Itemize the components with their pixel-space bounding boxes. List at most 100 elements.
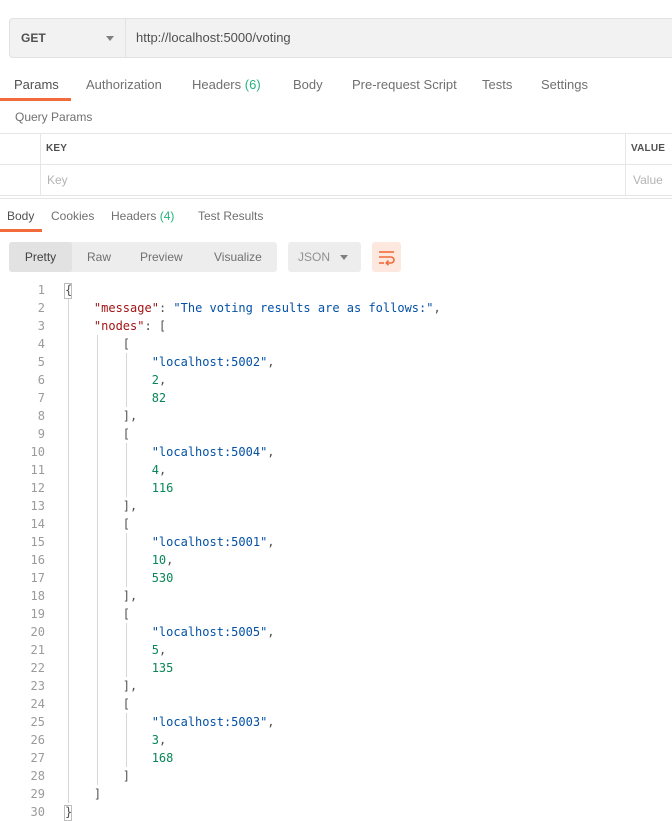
tab-label: Body xyxy=(293,77,323,92)
json-number: 10 xyxy=(151,553,167,567)
tab-pre-request-script[interactable]: Pre-request Script xyxy=(352,77,457,92)
code-line: [ xyxy=(65,517,131,531)
line-number: 16 xyxy=(30,553,45,567)
line-number: 22 xyxy=(30,661,45,675)
line-number: 2 xyxy=(37,301,45,315)
tab-label: Headers xyxy=(111,209,157,223)
visualize-button[interactable]: Visualize xyxy=(214,242,262,272)
code-line: "nodes": [ xyxy=(93,319,167,333)
json-key: "nodes" xyxy=(93,319,145,333)
tab-count: (6) xyxy=(244,77,261,92)
line-number: 11 xyxy=(30,463,45,477)
code-line: 10, xyxy=(151,553,174,567)
json-number: 2 xyxy=(151,373,159,387)
code-line: { xyxy=(65,283,73,297)
json-number: 135 xyxy=(151,661,174,675)
line-number: 1 xyxy=(37,283,45,297)
tab-authorization[interactable]: Authorization xyxy=(86,77,162,92)
response-tab-cookies[interactable]: Cookies xyxy=(51,209,94,223)
line-number: 8 xyxy=(37,409,45,423)
key-input[interactable]: Key xyxy=(47,173,68,187)
response-body-editor[interactable]: 1 2 3 4 5 6 7 8 9 10 11 12 13 14 15 16 1… xyxy=(0,281,672,821)
code-line: [ xyxy=(65,697,131,711)
preview-button[interactable]: Preview xyxy=(140,242,183,272)
code-line: [ xyxy=(65,607,131,621)
line-number: 30 xyxy=(30,805,45,819)
code-line: 82 xyxy=(65,389,166,407)
pretty-button[interactable]: Pretty xyxy=(9,242,72,272)
tab-label: Headers xyxy=(192,77,242,92)
raw-button[interactable]: Raw xyxy=(87,242,111,272)
line-number: 20 xyxy=(30,625,45,639)
json-number: 530 xyxy=(151,571,174,585)
chevron-down-icon xyxy=(106,36,114,41)
language-select[interactable]: JSON xyxy=(288,242,361,272)
line-number: 25 xyxy=(30,715,45,729)
json-number: 5 xyxy=(151,643,159,657)
active-tab-indicator xyxy=(0,229,42,232)
line-number: 12 xyxy=(30,481,45,495)
value-column-header: VALUE xyxy=(631,143,666,154)
wrap-lines-button[interactable] xyxy=(372,242,401,272)
json-string: "The voting results are as follows:" xyxy=(173,301,434,315)
language-label: JSON xyxy=(298,250,331,264)
tab-count: (4) xyxy=(159,209,175,223)
json-number: 3 xyxy=(151,733,159,747)
value-input[interactable]: Value xyxy=(633,173,663,187)
code-line: 5, xyxy=(151,643,167,657)
response-tab-body[interactable]: Body xyxy=(7,209,34,223)
line-number: 13 xyxy=(30,499,45,513)
line-number: 10 xyxy=(30,445,45,459)
tab-label: Params xyxy=(14,77,59,92)
code-line: } xyxy=(65,805,73,819)
response-tab-test-results[interactable]: Test Results xyxy=(198,209,263,223)
tab-tests[interactable]: Tests xyxy=(482,77,512,92)
line-number: 29 xyxy=(30,787,45,801)
tab-settings[interactable]: Settings xyxy=(541,77,588,92)
method-select[interactable]: GET xyxy=(10,19,126,57)
line-number: 4 xyxy=(37,337,45,351)
request-bar: GET http://localhost:5000/voting xyxy=(9,18,672,58)
json-string: "localhost:5003" xyxy=(151,715,268,729)
request-tabs: Params Authorization Headers (6) Body Pr… xyxy=(0,66,672,102)
line-number: 15 xyxy=(30,535,45,549)
tab-body[interactable]: Body xyxy=(293,77,323,92)
table-divider xyxy=(40,134,41,195)
tab-label: Tests xyxy=(482,77,513,92)
json-key: "message" xyxy=(93,301,159,315)
line-number: 27 xyxy=(30,751,45,765)
query-params-table: KEY VALUE Key Value xyxy=(0,133,672,196)
url-input[interactable]: http://localhost:5000/voting xyxy=(136,30,291,45)
code-line: [ xyxy=(65,427,131,441)
tab-label: Authorization xyxy=(86,77,162,92)
code-line: 168 xyxy=(65,749,174,767)
code-line: "message": "The voting results are as fo… xyxy=(93,301,441,315)
line-number: 21 xyxy=(30,643,45,657)
tab-label: Cookies xyxy=(51,209,95,223)
response-tab-headers[interactable]: Headers (4) xyxy=(111,209,174,223)
tab-label: Pre-request Script xyxy=(352,77,457,92)
tab-params[interactable]: Params xyxy=(14,77,59,92)
tab-headers[interactable]: Headers (6) xyxy=(192,77,261,92)
table-divider xyxy=(625,134,626,195)
code-line: 3, xyxy=(151,733,167,747)
line-number: 5 xyxy=(37,355,45,369)
json-string: "localhost:5005" xyxy=(151,625,268,639)
code-line: "localhost:5002", xyxy=(151,355,275,369)
code-line: ], xyxy=(65,589,138,603)
json-number: 4 xyxy=(151,463,159,477)
code-line: ], xyxy=(65,679,138,693)
response-tabs: Body Cookies Headers (4) Test Results xyxy=(0,203,672,233)
code-line: 4, xyxy=(151,463,167,477)
format-toggle-group: Pretty Raw Preview Visualize xyxy=(9,242,277,272)
chevron-down-icon xyxy=(340,255,348,260)
line-number: 26 xyxy=(30,733,45,747)
code-line: ], xyxy=(65,499,138,513)
active-tab-indicator xyxy=(0,98,71,101)
line-number: 19 xyxy=(30,607,45,621)
code-line: "localhost:5005", xyxy=(151,625,275,639)
code-line: ] xyxy=(65,769,131,783)
pane-divider[interactable] xyxy=(0,198,672,199)
query-params-title: Query Params xyxy=(15,110,93,124)
tab-label: Settings xyxy=(541,77,588,92)
